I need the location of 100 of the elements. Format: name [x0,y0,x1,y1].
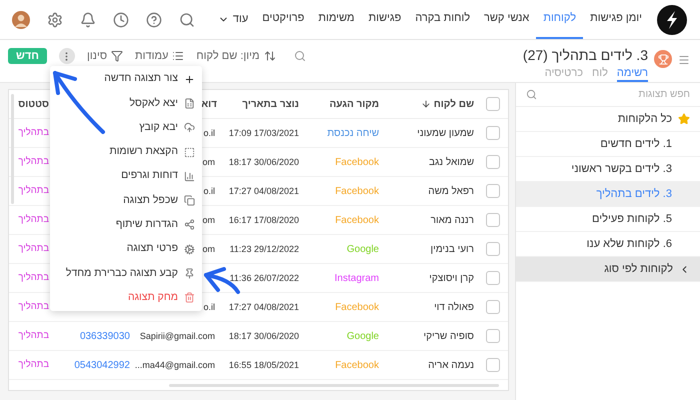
column-header[interactable]: סטטוס [18,96,49,112]
checkbox[interactable] [486,242,500,256]
logo[interactable] [657,4,687,34]
search-icon[interactable] [526,89,537,100]
settings-icon[interactable] [47,12,63,28]
search-icon[interactable] [179,12,195,28]
source-label: Facebook [335,360,379,370]
menu-item[interactable]: קבע תצוגה כברירת מחדל [50,261,202,286]
menu-item[interactable]: שכפל תצוגה [50,188,202,213]
status-label: בתהליך [18,330,49,342]
checkbox[interactable] [486,300,500,314]
star-icon [678,113,690,125]
filter-button[interactable]: סינון [86,48,124,64]
column-header[interactable]: דוא [201,96,217,112]
nav-tab[interactable]: אנשי קשר [477,0,536,39]
menu-icon[interactable] [678,54,690,66]
clock-icon[interactable] [113,12,129,28]
column-header[interactable]: שם לקוח [434,96,474,112]
bell-icon[interactable] [80,12,96,28]
pin-icon [184,268,195,280]
table-cell: נעמה אריה [428,360,474,370]
phone-link[interactable]: 0543042992 [74,360,130,370]
table-cell: ...ma44@gmail.com [134,360,215,370]
trash-icon [184,292,195,304]
table-cell: 16:55 18/05/2021 [228,360,299,370]
menu-item[interactable]: צור תצוגה חדשה [50,67,202,92]
checkbox[interactable] [486,97,500,111]
table-cell: שמואל נגב [428,156,474,168]
table-cell: 18:17 30/06/2020 [228,156,299,166]
spreadsheet-icon [184,98,195,109]
sort-button[interactable]: מיון: שם לקוח [196,48,276,64]
help-icon[interactable] [146,12,162,28]
table-cell: 18:17 30/06/2020 [228,330,299,340]
checkbox[interactable] [486,271,500,285]
table-cell: 17:27 04/08/2021 [228,186,299,196]
cloud-upload-icon [184,122,195,134]
column-header[interactable]: מקור הגעה [329,96,379,112]
bar-chart-icon [184,170,195,182]
nav-tab[interactable]: לקוחות [536,0,584,39]
menu-item[interactable]: הגדרות שיתוף [50,212,202,238]
table-cell: o.il [203,302,215,312]
sidebar-item[interactable]: כל הלקוחות [516,107,700,132]
view-title: 3. לידים בתהליך (27) [522,46,648,65]
filter-icon [111,50,124,62]
table-cell: o.il [203,128,215,138]
table-cell: Sapirii@gmail.com [140,330,215,340]
column-header[interactable]: נוצר בתאריך [242,96,299,112]
status-label: בתהליך [18,185,49,196]
checkbox[interactable] [486,358,500,372]
nav-tab[interactable]: לוחות בקרה [408,0,478,39]
table-cell: רננה מאור [430,214,474,226]
status-label: בתהליך [18,156,49,168]
checkbox[interactable] [486,329,500,343]
table-cell: om [202,244,215,254]
table-cell: 11:36 26/07/2022 [230,272,299,282]
checkbox[interactable] [486,213,500,227]
source-label: Google [346,330,379,342]
nav-tab[interactable]: משימות [311,0,362,39]
sidebar-item[interactable]: 5. לקוחות פעילים [516,207,700,232]
sidebar-item[interactable]: לקוחות לפי סוג [516,257,700,282]
nav-tab[interactable]: פרויקטים [255,0,312,39]
table-cell: פאולה דוי [434,302,474,312]
avatar[interactable] [12,10,30,28]
more-menu[interactable]: עוד [210,0,256,39]
sidebar-item[interactable]: 1. לידים חדשים [516,132,700,157]
source-label: Facebook [335,214,379,226]
menu-item[interactable]: מחק תצוגה [50,286,202,310]
checkbox[interactable] [486,126,500,140]
table-cell: 11:23 29/12/2022 [230,244,299,254]
table-cell: רפאל משה [428,186,474,196]
menu-item[interactable]: דוחות וגרפים [50,164,202,188]
table-cell: קרן ויסוצקי [429,272,474,284]
columns-button[interactable]: עמודות [135,48,184,64]
table-cell: רועי בנימין [430,244,474,254]
source-label: Facebook [335,186,379,196]
menu-item[interactable]: יצא לאקסל [50,91,202,116]
status-label: בתהליך [18,214,49,226]
search-icon[interactable] [294,50,306,62]
menu-item[interactable]: הקצאת רשומות [50,140,202,164]
copy-icon [184,195,195,206]
table-cell: om [202,156,215,166]
phone-link[interactable]: 036339030 [80,330,130,342]
table-cell: om [202,214,215,224]
table-cell: שמעון שמעוני [417,128,474,138]
search-field[interactable]: חפש תצוגות [560,87,690,102]
more-options-button[interactable] [58,48,75,64]
trophy-avatar [654,50,672,68]
status-label: בתהליך [18,301,49,312]
status-label: בתהליך [18,359,49,370]
status-label: בתהליך [18,243,49,254]
menu-item[interactable]: יבא קובץ [50,116,202,140]
status-label: בתהליך [18,127,49,138]
source-label: Facebook [335,302,379,312]
nav-tab[interactable]: פגישות [362,0,408,39]
source-label: שיחה נכנסת [327,128,379,138]
plus-icon [184,74,195,85]
nav-tab[interactable]: יומן פגישות [583,0,649,39]
checkbox[interactable] [486,184,500,198]
checkbox[interactable] [486,155,500,169]
menu-item[interactable]: פרטי תצוגה [50,237,202,262]
